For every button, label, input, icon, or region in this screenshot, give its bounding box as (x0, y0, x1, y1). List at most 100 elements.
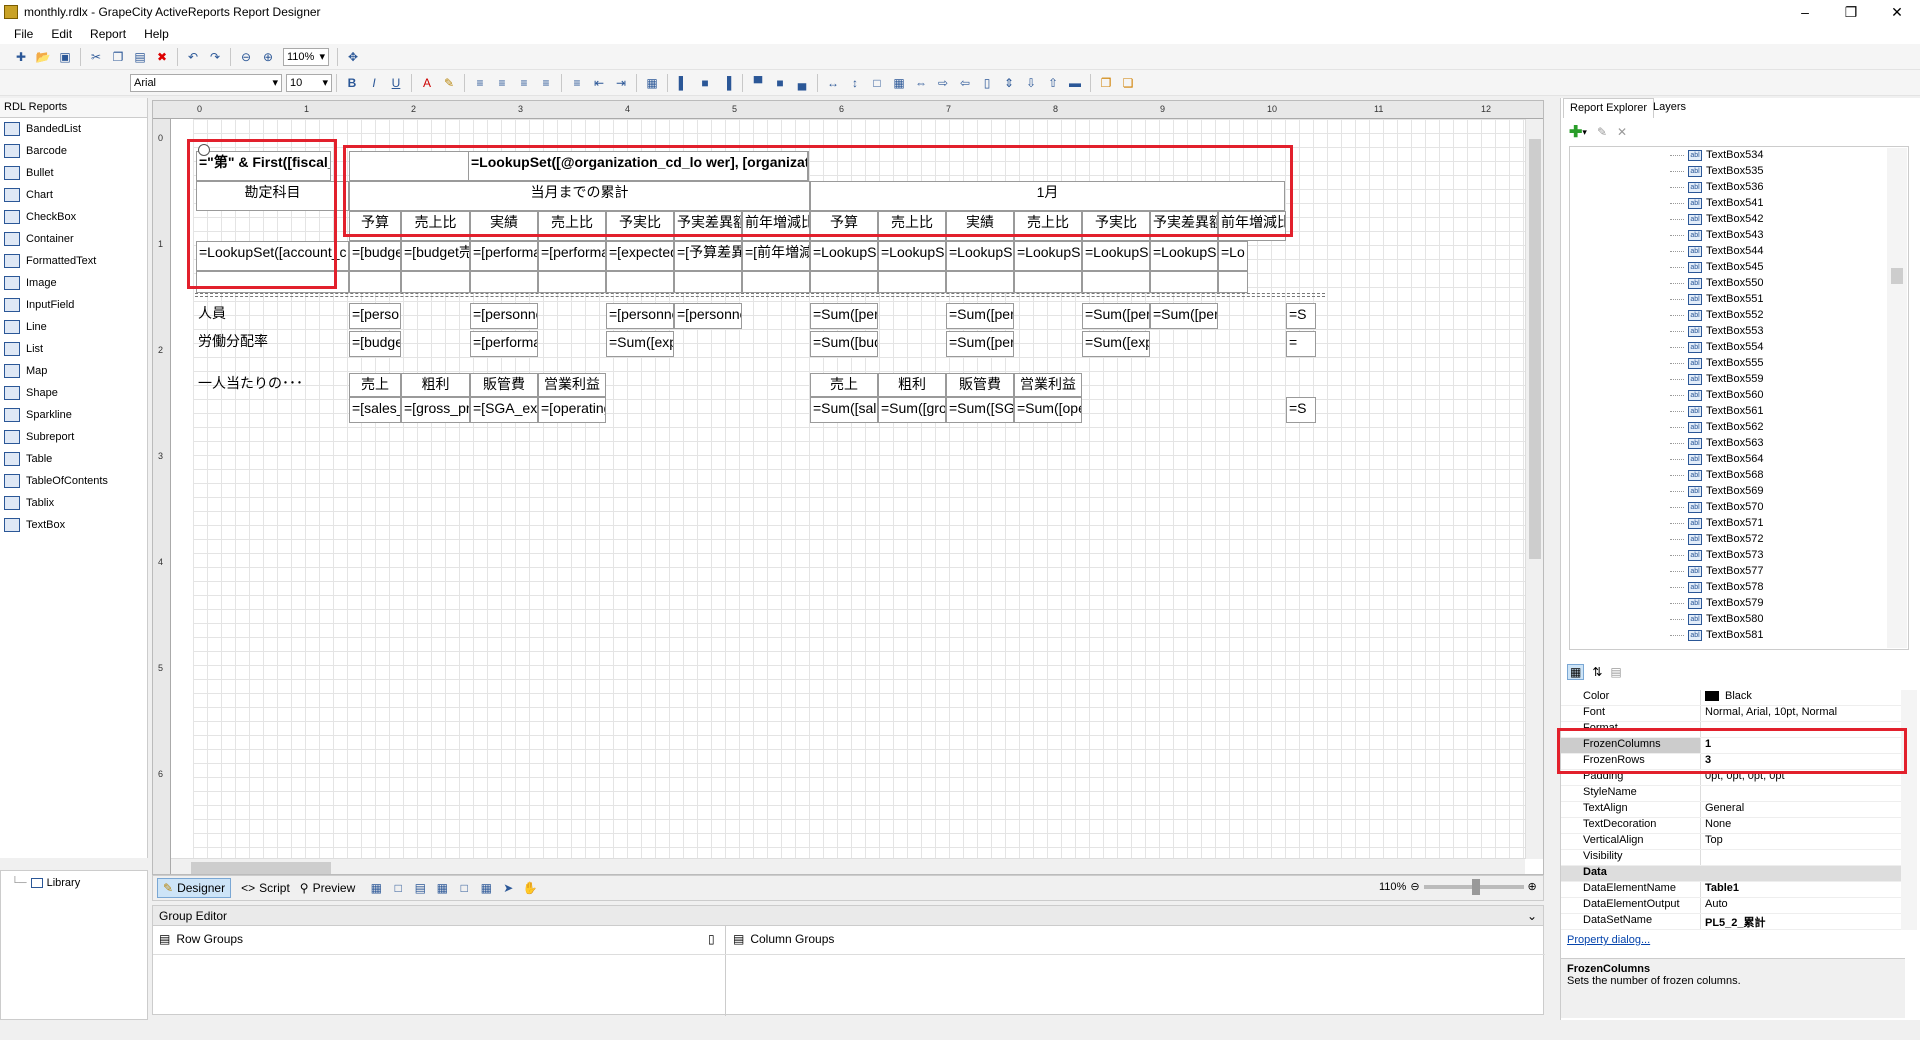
vspace-inc-icon[interactable]: ⇩ (1022, 74, 1040, 92)
categorized-icon[interactable]: ▦ (1567, 664, 1585, 680)
section-cell[interactable]: =[personnel achievem (470, 303, 538, 329)
per-person-cell[interactable]: =Sum([oper ating_inco (1014, 397, 1082, 423)
copy-icon[interactable]: ❐ (109, 48, 127, 66)
tree-node-textbox[interactable]: abl TextBox561 (1570, 403, 1908, 419)
tree-node-textbox[interactable]: abl TextBox562 (1570, 419, 1908, 435)
property-row-verticalalign[interactable]: VerticalAlign Top (1561, 834, 1905, 850)
column-header[interactable]: 売上比 (401, 211, 470, 241)
zoom-minus-icon[interactable]: ⊖ (1410, 880, 1419, 893)
toolbox-item-line[interactable]: Line (0, 316, 147, 338)
maximize-button[interactable]: ❐ (1828, 0, 1874, 24)
open-icon[interactable]: 📂 (34, 48, 52, 66)
detail-cell[interactable]: =LookupSe t([account (1014, 241, 1082, 271)
tree-node-textbox[interactable]: abl TextBox541 (1570, 195, 1908, 211)
detail-cell[interactable]: =LookupSe t([account (1150, 241, 1218, 271)
property-dialog-link[interactable]: Property dialog... (1567, 934, 1650, 946)
designer-tab[interactable]: ✎ Designer (157, 878, 232, 898)
column-header[interactable]: 売上比 (538, 211, 606, 241)
toolbox-item-table[interactable]: Table (0, 448, 147, 470)
column-header[interactable]: 前年増減比 (742, 211, 810, 241)
vspace-remove-icon[interactable]: ▬ (1066, 74, 1084, 92)
menu-report[interactable]: Report (90, 27, 126, 41)
new-report-icon[interactable]: ✚ (12, 48, 30, 66)
section-cell[interactable]: =S (1286, 303, 1316, 329)
property-row-textalign[interactable]: TextAlign General (1561, 802, 1905, 818)
align-right-icon[interactable]: ≡ (515, 74, 533, 92)
toolbox-item-bullet[interactable]: Bullet (0, 162, 147, 184)
column-header[interactable]: 予実差異額 (674, 211, 742, 241)
size-to-grid-icon[interactable]: ▦ (890, 74, 908, 92)
per-person-cell[interactable]: =[sales_per person] (349, 397, 401, 423)
lookupset-textbox[interactable]: =LookupSet([@organization_cd_lo wer], [o… (468, 151, 808, 181)
per-person-header[interactable]: 販管費 (470, 373, 538, 397)
section-cell[interactable]: =[personnel budget] (349, 303, 401, 329)
toolbox-item-formattedtext[interactable]: FormattedText (0, 250, 147, 272)
blank-cell[interactable] (1014, 271, 1082, 293)
undo-icon[interactable]: ↶ (184, 48, 202, 66)
property-value[interactable]: Black (1701, 690, 1905, 705)
property-value[interactable] (1701, 722, 1905, 737)
vspace-dec-icon[interactable]: ⇧ (1044, 74, 1062, 92)
hspace-remove-icon[interactable]: ▯ (978, 74, 996, 92)
property-row-datasetname[interactable]: DataSetName PL5_2_累計 (1561, 914, 1905, 930)
detail-cell[interactable]: =[budget売上比] (401, 241, 470, 271)
tree-node-textbox[interactable]: abl TextBox569 (1570, 483, 1908, 499)
per-person-cell[interactable]: =S (1286, 397, 1316, 423)
zoom-slider[interactable] (1423, 878, 1524, 895)
minimize-button[interactable]: – (1782, 0, 1828, 24)
tree-node-textbox[interactable]: abl TextBox535 (1570, 163, 1908, 179)
column-header[interactable]: 予算 (349, 211, 401, 241)
detail-cell[interactable]: =[budget] (349, 241, 401, 271)
tree-node-textbox[interactable]: abl TextBox568 (1570, 467, 1908, 483)
toolbox-item-sparkline[interactable]: Sparkline (0, 404, 147, 426)
scrollbar-thumb[interactable] (191, 862, 331, 874)
highlight-icon[interactable]: ✎ (440, 74, 458, 92)
tree-node-textbox[interactable]: abl TextBox555 (1570, 355, 1908, 371)
blank-cell[interactable] (878, 271, 946, 293)
property-pages-icon[interactable]: ▤ (1610, 665, 1621, 679)
menu-file[interactable]: File (14, 27, 33, 41)
report-layout-icon[interactable]: ▦ (367, 879, 385, 897)
bullets-icon[interactable]: ≡ (568, 74, 586, 92)
library-item[interactable]: └─ Library (1, 871, 147, 895)
per-person-header[interactable]: 販管費 (946, 373, 1014, 397)
zoom-slider-thumb[interactable] (1471, 878, 1480, 895)
indent-icon[interactable]: ⇥ (612, 74, 630, 92)
blank-cell[interactable] (1082, 271, 1150, 293)
detail-cell[interactable]: =LookupSe t([account (1082, 241, 1150, 271)
tree-node-textbox[interactable]: abl TextBox550 (1570, 275, 1908, 291)
zoom-combo[interactable]: 110% ▾ (283, 47, 329, 66)
toolbox-item-tableofcontents[interactable]: TableOfContents (0, 470, 147, 492)
bold-icon[interactable]: B (343, 74, 361, 92)
blank-cell[interactable] (1218, 271, 1248, 293)
property-row-font[interactable]: Font Normal, Arial, 10pt, Normal (1561, 706, 1905, 722)
per-person-header[interactable]: 粗利 (878, 373, 946, 397)
toolbox-item-chart[interactable]: Chart (0, 184, 147, 206)
report-canvas[interactable]: ="第" & First([fiscal_period], "mSystem")… (187, 119, 1543, 859)
align-centers-icon[interactable]: ■ (696, 74, 714, 92)
preview-tab[interactable]: ⚲ Preview (300, 881, 355, 895)
table-handle[interactable] (198, 144, 210, 156)
report-title-textbox[interactable]: ="第" & First([fiscal_period], "mSystem")… (196, 151, 331, 181)
tree-node-textbox[interactable]: abl TextBox554 (1570, 339, 1908, 355)
align-lefts-icon[interactable]: ▌ (674, 74, 692, 92)
redo-icon[interactable]: ↷ (206, 48, 224, 66)
menu-help[interactable]: Help (144, 27, 169, 41)
toolbox-item-list[interactable]: List (0, 338, 147, 360)
section-cell[interactable]: =Sum([pers onnel_preli (1150, 303, 1218, 329)
per-person-cell[interactable]: =[gross_pr ofit_per_pe (401, 397, 470, 423)
script-tab[interactable]: <> Script (241, 881, 290, 895)
align-tops-icon[interactable]: ▀ (749, 74, 767, 92)
property-row-stylename[interactable]: StyleName (1561, 786, 1905, 802)
detail-cell[interactable]: =[performance] (470, 241, 538, 271)
layers-tab[interactable]: Layers (1647, 98, 1692, 118)
month-header[interactable]: 1月 (810, 181, 1285, 211)
blank-cell[interactable] (196, 271, 349, 293)
tree-node-textbox[interactable]: abl TextBox536 (1570, 179, 1908, 195)
tree-node-textbox[interactable]: abl TextBox579 (1570, 595, 1908, 611)
justify-icon[interactable]: ≡ (537, 74, 555, 92)
zoom-out-icon[interactable]: ⊖ (237, 48, 255, 66)
grid-snap-icon[interactable]: ▦ (643, 74, 661, 92)
blank-cell[interactable] (538, 271, 606, 293)
toolbox-item-checkbox[interactable]: CheckBox (0, 206, 147, 228)
